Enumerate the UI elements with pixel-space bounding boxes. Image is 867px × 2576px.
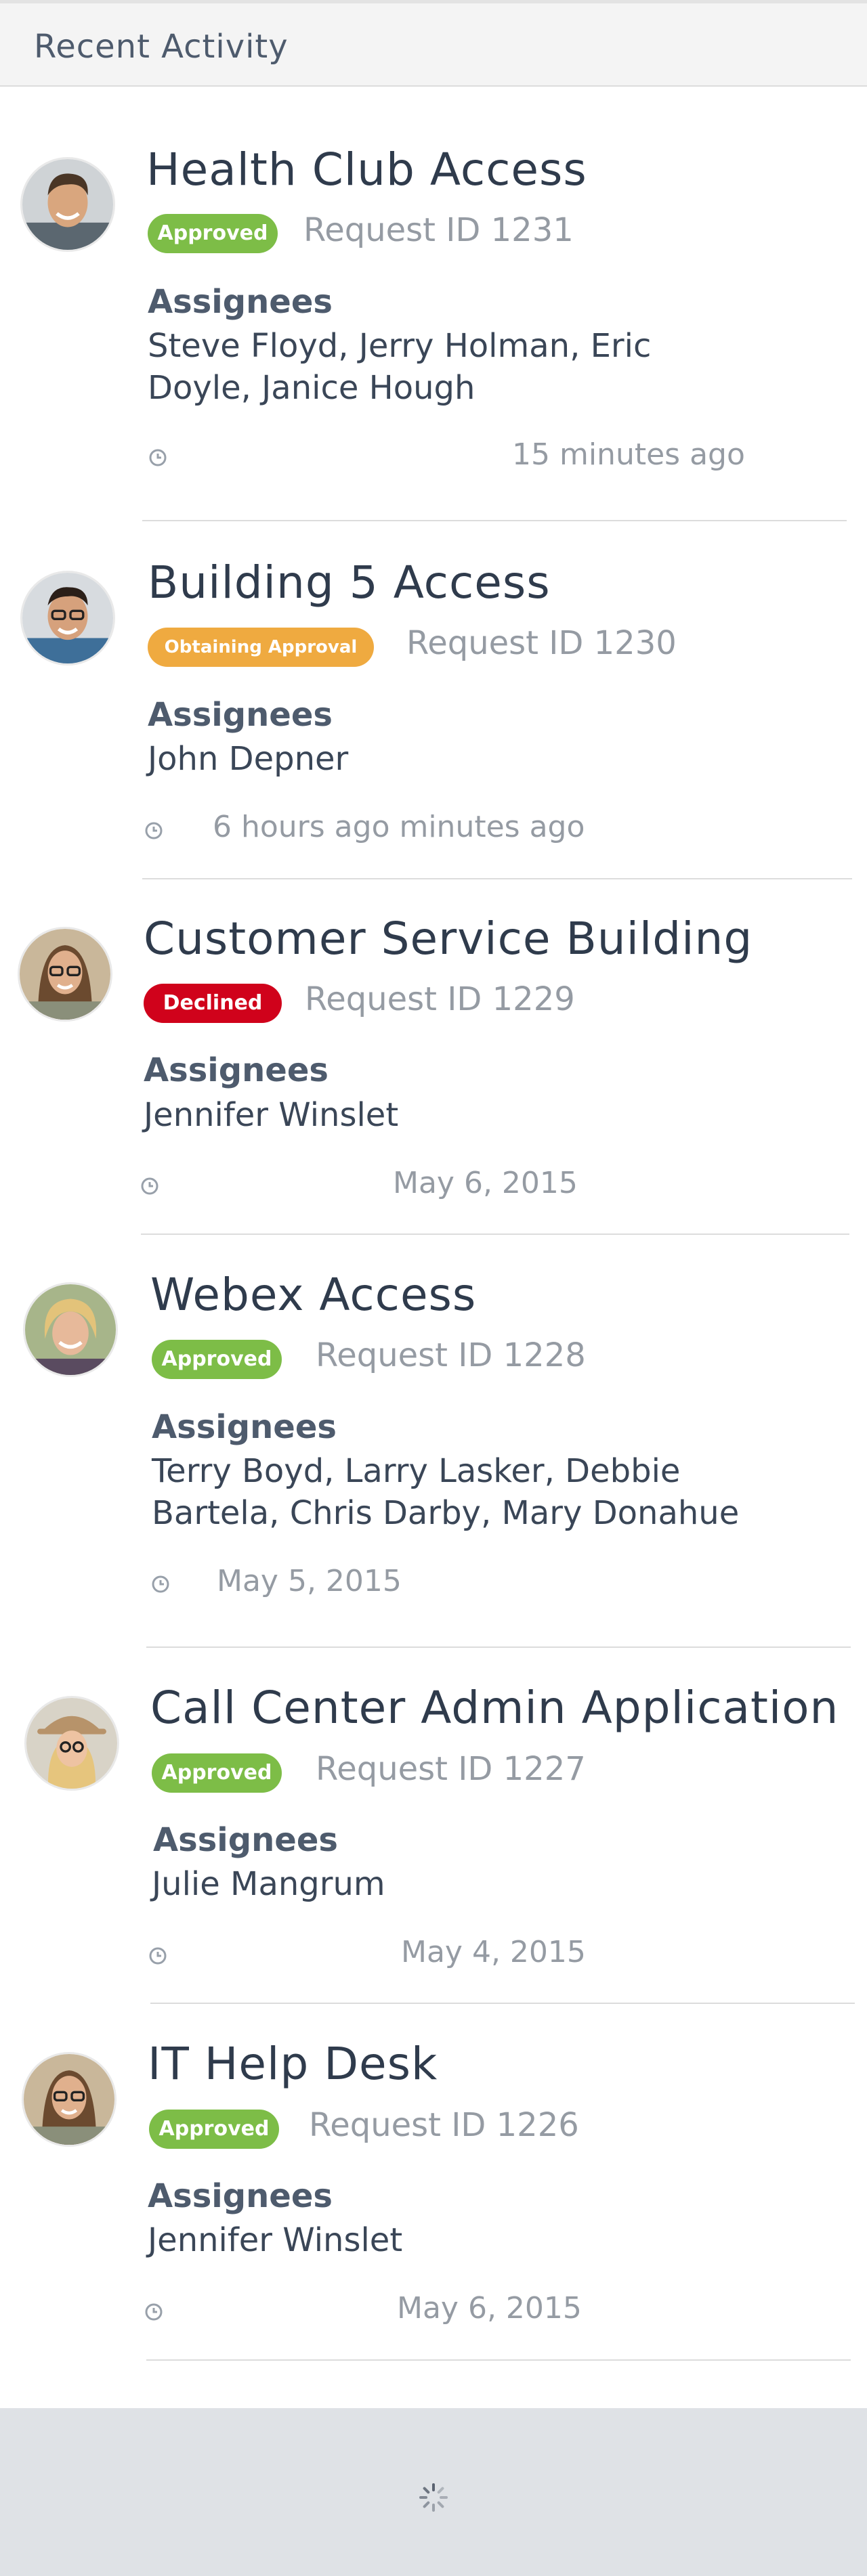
header-bar: Recent Activity (0, 0, 867, 87)
activity-title: Building 5 Access (148, 556, 551, 609)
status-badge: Approved (152, 1340, 282, 1379)
assignees-label: Assignees (152, 1408, 337, 1446)
avatar (23, 1282, 118, 1377)
clock-icon (144, 2302, 164, 2322)
clock-icon (148, 1946, 168, 1966)
avatar (24, 1696, 119, 1791)
page-title: Recent Activity (34, 28, 289, 66)
request-id: Request ID 1230 (406, 624, 677, 662)
clock-icon (148, 447, 168, 468)
activity-title: Health Club Access (146, 144, 587, 196)
divider (142, 878, 852, 879)
divider (141, 1234, 849, 1235)
timestamp: 6 hours ago minutes ago (213, 810, 585, 844)
clock-icon (144, 821, 164, 841)
status-badge: Declined (144, 984, 282, 1023)
recent-activity-page: Recent Activity Health Club Access Appro… (0, 0, 867, 2576)
assignees-list: John Depner (148, 740, 349, 778)
request-id: Request ID 1228 (316, 1336, 586, 1374)
divider (142, 520, 847, 521)
assignees-list: Terry Boyd, Larry Lasker, Debbie Bartela… (152, 1452, 740, 1532)
assignees-label: Assignees (148, 2177, 333, 2215)
timestamp: May 6, 2015 (393, 1166, 578, 1200)
assignees-label: Assignees (153, 1821, 338, 1859)
timestamp: May 6, 2015 (397, 2291, 582, 2326)
assignees-label: Assignees (144, 1051, 329, 1089)
assignees-list: Jennifer Winslet (144, 1096, 399, 1134)
assignees-label: Assignees (148, 283, 333, 321)
status-badge: Approved (152, 1753, 282, 1793)
status-badge: Approved (149, 2110, 279, 2149)
status-badge: Obtaining Approval (148, 628, 374, 667)
avatar (20, 571, 115, 665)
avatar (18, 927, 112, 1022)
request-id: Request ID 1227 (316, 1750, 586, 1788)
assignees-list: Julie Mangrum (152, 1865, 385, 1903)
assignees-list: Jennifer Winslet (148, 2221, 403, 2259)
activity-title: Call Center Admin Application (150, 1682, 839, 1734)
activity-title: Webex Access (150, 1269, 477, 1321)
status-badge: Approved (148, 214, 278, 253)
request-id: Request ID 1231 (303, 211, 574, 249)
timestamp: May 4, 2015 (401, 1935, 586, 1969)
timestamp: May 5, 2015 (217, 1564, 402, 1598)
request-id: Request ID 1226 (309, 2106, 579, 2144)
activity-title: IT Help Desk (148, 2038, 438, 2090)
divider (146, 2359, 851, 2361)
assignees-label: Assignees (148, 696, 333, 734)
divider (150, 2003, 855, 2004)
request-id: Request ID 1229 (305, 980, 575, 1018)
avatar (22, 2052, 117, 2147)
assignees-list: Steve Floyd, Jerry Holman, Eric Doyle, J… (148, 327, 652, 407)
load-more-footer (0, 2408, 867, 2576)
clock-icon (140, 1176, 160, 1196)
loading-spinner-icon (419, 2483, 448, 2512)
avatar (20, 157, 115, 252)
clock-icon (150, 1574, 171, 1594)
activity-title: Customer Service Building (144, 913, 753, 965)
divider (146, 1646, 851, 1648)
timestamp: 15 minutes ago (512, 437, 745, 472)
